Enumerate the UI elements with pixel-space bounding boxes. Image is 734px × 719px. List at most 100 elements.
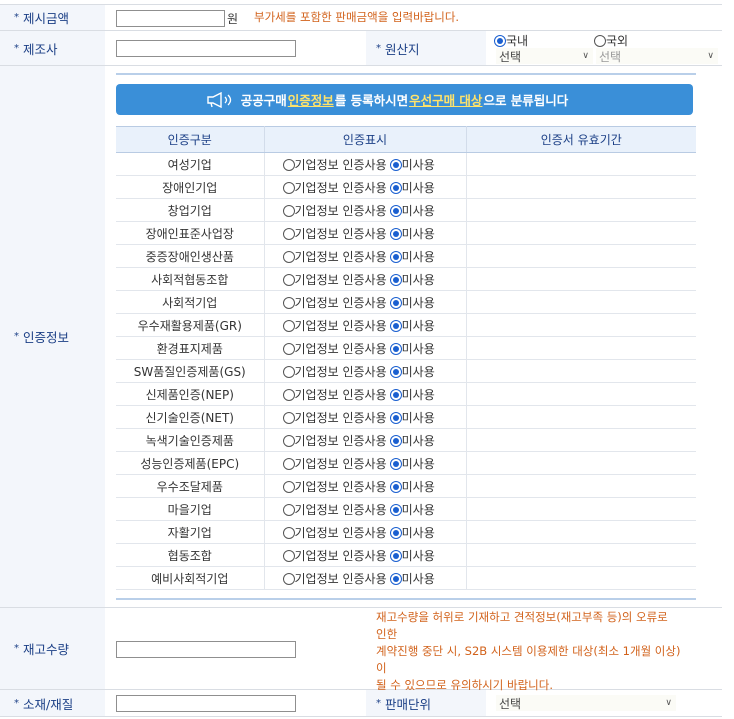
material-input[interactable] bbox=[116, 695, 296, 712]
cert-row-item: 신기술인증(NET) 기업정보 인증사용 미사용 bbox=[116, 405, 696, 429]
cert-use-radio[interactable]: 기업정보 인증사용 bbox=[282, 273, 387, 287]
cert-display-options: 기업정보 인증사용 미사용 bbox=[264, 451, 467, 475]
price-note: 부가세를 포함한 판매금액을 입력바랍니다. bbox=[254, 10, 460, 24]
cert-use-radio[interactable]: 기업정보 인증사용 bbox=[282, 365, 387, 379]
cert-validity[interactable] bbox=[466, 313, 696, 337]
cert-use-radio[interactable]: 기업정보 인증사용 bbox=[282, 342, 387, 356]
cert-row-item: 창업기업 기업정보 인증사용 미사용 bbox=[116, 198, 696, 222]
cert-table-header: 인증구분 인증표시 인증서 유효기간 bbox=[116, 126, 696, 153]
cert-none-radio[interactable]: 미사용 bbox=[389, 204, 435, 218]
cert-type-name: 마을기업 bbox=[116, 497, 265, 521]
cert-none-radio[interactable]: 미사용 bbox=[389, 572, 435, 586]
cert-use-radio[interactable]: 기업정보 인증사용 bbox=[282, 319, 387, 333]
cert-none-radio[interactable]: 미사용 bbox=[389, 365, 435, 379]
cert-use-radio[interactable]: 기업정보 인증사용 bbox=[282, 480, 387, 494]
cert-use-radio[interactable]: 기업정보 인증사용 bbox=[282, 457, 387, 471]
cert-none-radio[interactable]: 미사용 bbox=[389, 388, 435, 402]
cert-display-options: 기업정보 인증사용 미사용 bbox=[264, 244, 467, 268]
cert-row-item: 여성기업 기업정보 인증사용 미사용 bbox=[116, 152, 696, 176]
cert-none-radio[interactable]: 미사용 bbox=[389, 181, 435, 195]
cert-row-item: 예비사회적기업 기업정보 인증사용 미사용 bbox=[116, 566, 696, 590]
megaphone-icon bbox=[207, 92, 232, 108]
cert-type-name: 우수재활용제품(GR) bbox=[116, 313, 265, 337]
cert-validity[interactable] bbox=[466, 221, 696, 245]
cert-type-name: 중증장애인생산품 bbox=[116, 244, 265, 268]
cert-row-item: 성능인증제품(EPC) 기업정보 인증사용 미사용 bbox=[116, 451, 696, 475]
cert-row-item: SW품질인증제품(GS) 기업정보 인증사용 미사용 bbox=[116, 359, 696, 383]
maker-label: * 제조사 bbox=[0, 31, 105, 65]
cert-validity[interactable] bbox=[466, 382, 696, 406]
cert-use-radio[interactable]: 기업정보 인증사용 bbox=[282, 572, 387, 586]
cert-validity[interactable] bbox=[466, 405, 696, 429]
cert-validity[interactable] bbox=[466, 543, 696, 567]
cert-use-radio[interactable]: 기업정보 인증사용 bbox=[282, 526, 387, 540]
cert-use-radio[interactable]: 기업정보 인증사용 bbox=[282, 158, 387, 172]
origin-label: * 원산지 bbox=[366, 31, 486, 65]
cert-display-options: 기업정보 인증사용 미사용 bbox=[264, 336, 467, 360]
cert-display-options: 기업정보 인증사용 미사용 bbox=[264, 290, 467, 314]
sales-unit-label: * 판매단위 bbox=[366, 690, 486, 716]
cert-none-radio[interactable]: 미사용 bbox=[389, 457, 435, 471]
cert-use-radio[interactable]: 기업정보 인증사용 bbox=[282, 549, 387, 563]
cert-none-radio[interactable]: 미사용 bbox=[389, 158, 435, 172]
cert-validity[interactable] bbox=[466, 198, 696, 222]
price-input[interactable] bbox=[116, 10, 225, 27]
cert-use-radio[interactable]: 기업정보 인증사용 bbox=[282, 296, 387, 310]
cert-validity[interactable] bbox=[466, 290, 696, 314]
stock-row: * 재고수량 재고수량을 허위로 기재하고 견적정보(재고부족 등)의 오류로 인… bbox=[0, 608, 722, 692]
cert-use-radio[interactable]: 기업정보 인증사용 bbox=[282, 434, 387, 448]
cert-use-radio[interactable]: 기업정보 인증사용 bbox=[282, 204, 387, 218]
cert-none-radio[interactable]: 미사용 bbox=[389, 250, 435, 264]
cert-row-item: 중증장애인생산품 기업정보 인증사용 미사용 bbox=[116, 244, 696, 268]
origin-domestic-radio[interactable]: 국내 bbox=[494, 32, 528, 49]
cert-none-radio[interactable]: 미사용 bbox=[389, 342, 435, 356]
cert-none-radio[interactable]: 미사용 bbox=[389, 480, 435, 494]
cert-display-options: 기업정보 인증사용 미사용 bbox=[264, 566, 467, 590]
cert-use-radio[interactable]: 기업정보 인증사용 bbox=[282, 250, 387, 264]
cert-none-radio[interactable]: 미사용 bbox=[389, 296, 435, 310]
cert-banner: 공공구매 인증정보 를 등록하시면 우선구매 대상 으로 분류됩니다 bbox=[116, 84, 693, 115]
cert-use-radio[interactable]: 기업정보 인증사용 bbox=[282, 503, 387, 517]
cert-type-name: SW품질인증제품(GS) bbox=[116, 359, 265, 383]
cert-validity[interactable] bbox=[466, 520, 696, 544]
sales-unit-select[interactable]: 선택 ∨ bbox=[496, 695, 676, 711]
origin-domestic-select[interactable]: 선택 ∨ bbox=[496, 48, 593, 64]
cert-none-radio[interactable]: 미사용 bbox=[389, 273, 435, 287]
cert-validity[interactable] bbox=[466, 175, 696, 199]
cert-validity[interactable] bbox=[466, 428, 696, 452]
cert-display-options: 기업정보 인증사용 미사용 bbox=[264, 267, 467, 291]
origin-foreign-select[interactable]: 선택 ∨ bbox=[596, 48, 718, 64]
cert-none-radio[interactable]: 미사용 bbox=[389, 503, 435, 517]
origin-foreign-radio[interactable]: 국외 bbox=[594, 32, 628, 49]
cert-none-radio[interactable]: 미사용 bbox=[389, 227, 435, 241]
cert-validity[interactable] bbox=[466, 244, 696, 268]
cert-display-options: 기업정보 인증사용 미사용 bbox=[264, 313, 467, 337]
cert-row-item: 자활기업 기업정보 인증사용 미사용 bbox=[116, 520, 696, 544]
cert-display-options: 기업정보 인증사용 미사용 bbox=[264, 198, 467, 222]
cert-validity[interactable] bbox=[466, 497, 696, 521]
cert-none-radio[interactable]: 미사용 bbox=[389, 411, 435, 425]
cert-type-name: 장애인기업 bbox=[116, 175, 265, 199]
cert-validity[interactable] bbox=[466, 359, 696, 383]
stock-note: 재고수량을 허위로 기재하고 견적정보(재고부족 등)의 오류로 인한 계약진행… bbox=[376, 610, 681, 692]
cert-row-item: 협동조합 기업정보 인증사용 미사용 bbox=[116, 543, 696, 567]
cert-none-radio[interactable]: 미사용 bbox=[389, 526, 435, 540]
cert-row-item: 사회적기업 기업정보 인증사용 미사용 bbox=[116, 290, 696, 314]
cert-type-name: 장애인표준사업장 bbox=[116, 221, 265, 245]
cert-validity[interactable] bbox=[466, 152, 696, 176]
cert-validity[interactable] bbox=[466, 451, 696, 475]
price-label: * 제시금액 bbox=[0, 5, 105, 30]
cert-validity[interactable] bbox=[466, 474, 696, 498]
cert-use-radio[interactable]: 기업정보 인증사용 bbox=[282, 411, 387, 425]
stock-input[interactable] bbox=[116, 641, 296, 658]
cert-none-radio[interactable]: 미사용 bbox=[389, 319, 435, 333]
cert-use-radio[interactable]: 기업정보 인증사용 bbox=[282, 388, 387, 402]
cert-none-radio[interactable]: 미사용 bbox=[389, 549, 435, 563]
cert-validity[interactable] bbox=[466, 336, 696, 360]
maker-input[interactable] bbox=[116, 40, 296, 57]
cert-use-radio[interactable]: 기업정보 인증사용 bbox=[282, 181, 387, 195]
cert-validity[interactable] bbox=[466, 267, 696, 291]
cert-none-radio[interactable]: 미사용 bbox=[389, 434, 435, 448]
cert-validity[interactable] bbox=[466, 566, 696, 590]
cert-use-radio[interactable]: 기업정보 인증사용 bbox=[282, 227, 387, 241]
